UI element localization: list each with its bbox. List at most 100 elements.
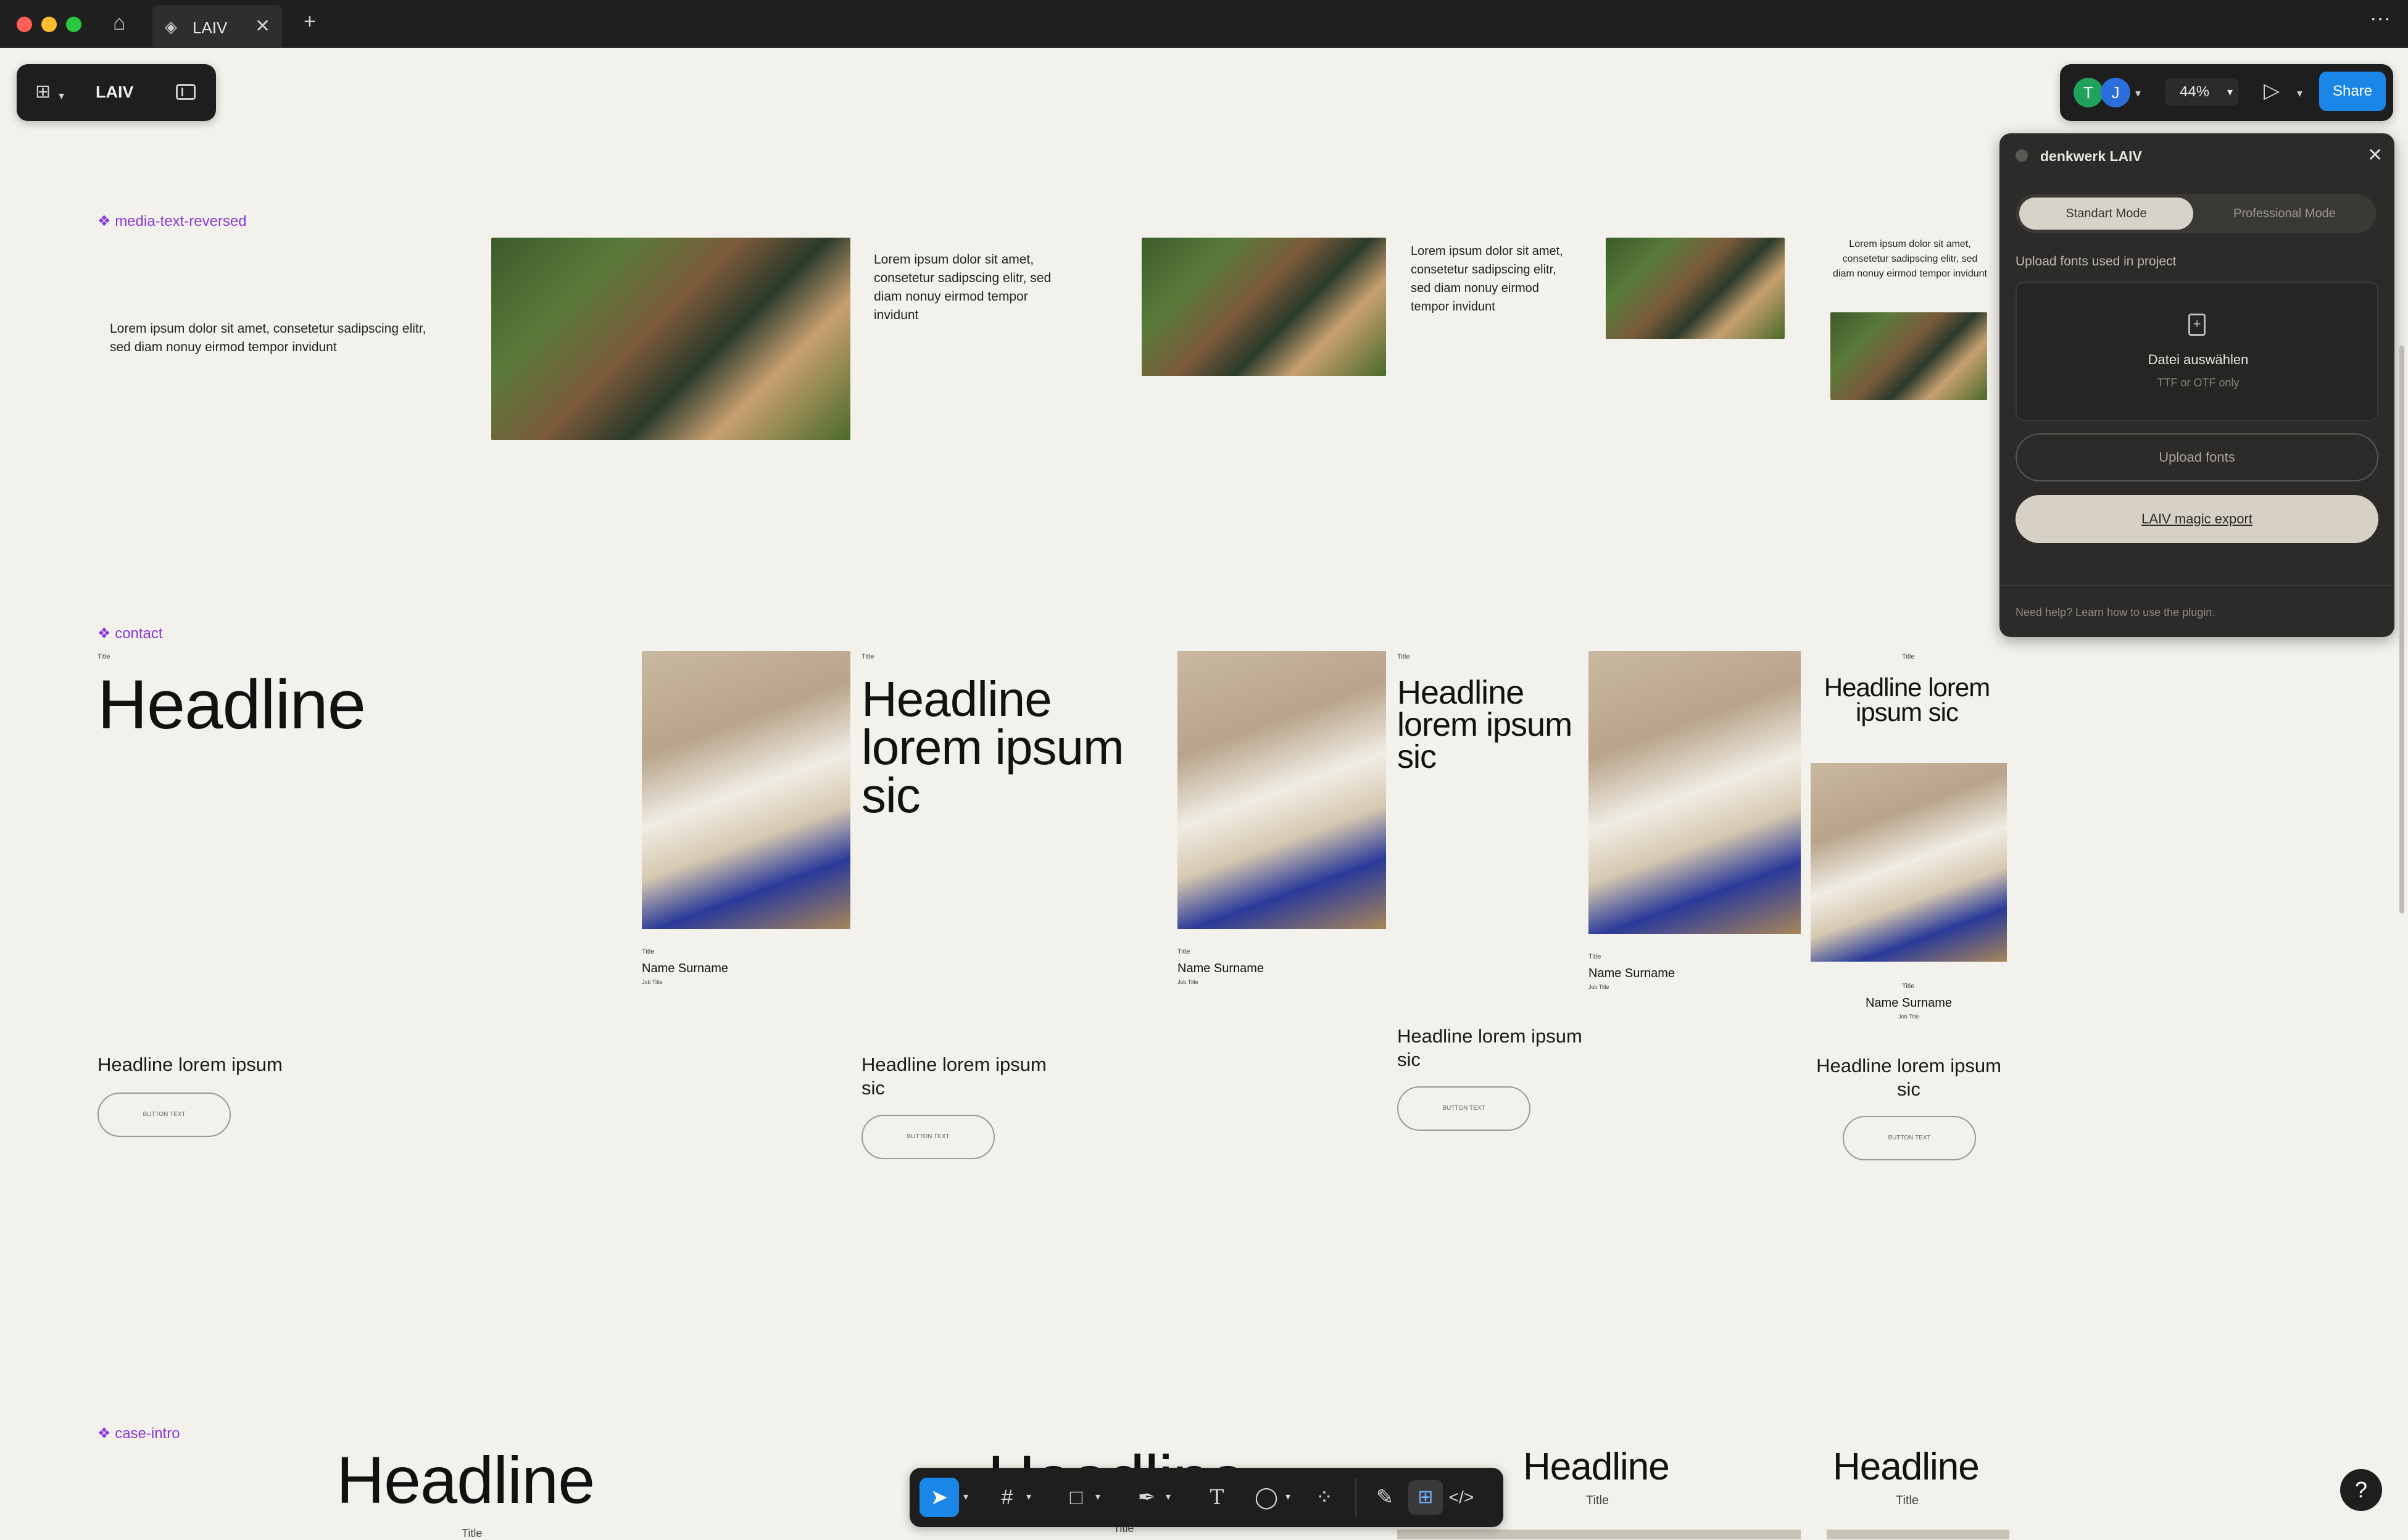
avatar[interactable]: J bbox=[2101, 78, 2130, 107]
eyebrow-title: Title bbox=[1902, 653, 1915, 660]
chevron-down-icon: ▾ bbox=[2227, 86, 2233, 98]
tab-professional-mode[interactable]: Professional Mode bbox=[2197, 198, 2372, 230]
portrait-photo bbox=[1177, 651, 1386, 929]
file-dropzone[interactable]: + Datei auswählen TTF or OTF only bbox=[2016, 281, 2378, 421]
case-image-strip bbox=[1827, 1530, 2009, 1539]
section-label-contact[interactable]: ❖ contact bbox=[98, 625, 163, 643]
close-tab-icon[interactable]: ✕ bbox=[255, 16, 270, 37]
garden-photo bbox=[491, 238, 850, 440]
play-icon[interactable]: ▷ bbox=[2264, 80, 2280, 101]
avatar[interactable]: T bbox=[2074, 78, 2103, 107]
media-body-text: Lorem ipsum dolor sit amet, consetetur s… bbox=[1833, 239, 1987, 279]
case-headline: Headline bbox=[1833, 1446, 1980, 1488]
close-window-button[interactable] bbox=[17, 17, 32, 32]
contact-name: Name Surname bbox=[1588, 967, 1675, 980]
contact-headline: Headline bbox=[98, 666, 366, 743]
frame-icon[interactable]: # bbox=[992, 1483, 1022, 1512]
figma-menu-icon[interactable]: ⊞ bbox=[35, 81, 51, 102]
chevron-down-icon[interactable]: ▾ bbox=[59, 85, 64, 106]
tab-laiv[interactable]: ◈ LAIV ✕ bbox=[152, 5, 282, 48]
portrait-photo bbox=[642, 651, 850, 929]
tab-label: LAIV bbox=[193, 19, 228, 37]
vertical-scrollbar[interactable] bbox=[2399, 346, 2404, 914]
media-body-text: Lorem ipsum dolor sit amet, consetetur s… bbox=[1411, 244, 1563, 314]
file-toolbar: ⊞ ▾ LAIV bbox=[17, 64, 216, 121]
new-tab-icon[interactable]: + bbox=[304, 11, 316, 32]
garden-photo bbox=[1830, 312, 1987, 400]
more-options-icon[interactable]: ⋯ bbox=[2370, 9, 2391, 30]
job-title: Job Title bbox=[1588, 984, 1609, 990]
chevron-down-icon[interactable]: ▾ bbox=[1022, 1483, 1036, 1512]
garden-photo bbox=[1142, 238, 1386, 376]
share-button[interactable]: Share bbox=[2319, 72, 2386, 111]
cta-button[interactable]: BUTTON TEXT bbox=[861, 1115, 995, 1159]
eyebrow-title: Title bbox=[1896, 1494, 1919, 1507]
eyebrow-title: Title bbox=[1586, 1494, 1609, 1507]
tab-standard-mode[interactable]: Standart Mode bbox=[2019, 198, 2193, 230]
case-headline: Headline bbox=[1523, 1446, 1670, 1488]
file-name[interactable]: LAIV bbox=[96, 83, 134, 102]
chevron-down-icon[interactable]: ▾ bbox=[2297, 83, 2302, 104]
figma-file-icon: ◈ bbox=[165, 17, 177, 36]
chevron-down-icon[interactable]: ▾ bbox=[2135, 83, 2141, 104]
contact-name: Name Surname bbox=[642, 962, 729, 975]
case-headline: Headline bbox=[336, 1442, 595, 1517]
maximize-window-button[interactable] bbox=[66, 17, 81, 32]
cta-button[interactable]: BUTTON TEXT bbox=[1843, 1116, 1976, 1160]
question-icon: ? bbox=[2354, 1477, 2368, 1502]
case-image-strip bbox=[1397, 1530, 1801, 1539]
eyebrow-title: Title bbox=[1397, 653, 1410, 660]
comment-icon[interactable]: ◯ bbox=[1252, 1483, 1281, 1512]
text-icon[interactable]: T bbox=[1202, 1483, 1232, 1512]
zoom-level: 44% bbox=[2180, 83, 2210, 100]
contact-headline: Headline lorem ipsum sic bbox=[1397, 674, 1572, 775]
move-tool[interactable]: ➤ bbox=[920, 1478, 959, 1517]
dev-mode-icon[interactable]: </> bbox=[1447, 1483, 1476, 1512]
minimize-window-button[interactable] bbox=[41, 17, 57, 32]
draw-mode-icon[interactable]: ✎ bbox=[1370, 1483, 1400, 1512]
chevron-down-icon[interactable]: ▾ bbox=[959, 1483, 973, 1512]
plugin-title: denkwerk LAIV bbox=[2040, 148, 2142, 164]
help-link[interactable]: Need help? Learn how to use the plugin. bbox=[2016, 606, 2215, 619]
chevron-down-icon[interactable]: ▾ bbox=[1091, 1483, 1105, 1512]
sub-headline: Headline lorem ipsum bbox=[98, 1054, 283, 1075]
magic-export-button[interactable]: LAIV magic export bbox=[2016, 495, 2378, 543]
upload-fonts-button[interactable]: Upload fonts bbox=[2016, 433, 2378, 481]
components-icon[interactable]: ⁘ bbox=[1310, 1483, 1339, 1512]
file-upload-icon: + bbox=[2188, 314, 2206, 336]
toolbar-divider bbox=[1355, 1478, 1356, 1517]
chevron-down-icon[interactable]: ▾ bbox=[1281, 1483, 1295, 1512]
media-body-text: Lorem ipsum dolor sit amet, consetetur s… bbox=[874, 252, 1052, 322]
cta-button[interactable]: BUTTON TEXT bbox=[1397, 1086, 1530, 1131]
sidebar-toggle-icon[interactable] bbox=[176, 84, 196, 100]
pen-icon[interactable]: ✒ bbox=[1132, 1483, 1161, 1512]
garden-photo bbox=[1606, 238, 1785, 339]
zoom-dropdown[interactable]: 44% ▾ bbox=[2165, 78, 2239, 106]
cursor-icon: ➤ bbox=[930, 1486, 949, 1509]
eyebrow-title: Title bbox=[642, 948, 655, 955]
rectangle-icon[interactable]: □ bbox=[1061, 1483, 1091, 1512]
help-button[interactable]: ? bbox=[2340, 1469, 2382, 1511]
portrait-photo bbox=[1588, 651, 1801, 934]
design-mode-button[interactable]: ⊞ bbox=[1408, 1480, 1443, 1515]
plugin-panel: denkwerk LAIV ✕ Standart Mode Profession… bbox=[1999, 133, 2394, 637]
job-title: Job Title bbox=[1177, 979, 1198, 985]
contact-name: Name Surname bbox=[1177, 962, 1264, 975]
media-body-text: Lorem ipsum dolor sit amet, consetetur s… bbox=[110, 322, 426, 354]
sub-headline: Headline lorem ipsum sic bbox=[861, 1054, 1047, 1099]
file-type-hint: TTF or OTF only bbox=[2157, 377, 2240, 389]
chevron-down-icon[interactable]: ▾ bbox=[1161, 1483, 1175, 1512]
cta-button[interactable]: BUTTON TEXT bbox=[98, 1093, 231, 1137]
panel-divider bbox=[1999, 585, 2394, 586]
close-icon[interactable]: ✕ bbox=[2367, 144, 2383, 166]
bottom-tool-bar: ➤ ▾ # ▾ □ ▾ ✒ ▾ T ◯ ▾ ⁘ ✎ ⊞ </> bbox=[910, 1468, 1503, 1527]
job-title: Job Title bbox=[1898, 1013, 1919, 1020]
portrait-photo bbox=[1811, 763, 2007, 962]
eyebrow-title: Title bbox=[1177, 948, 1190, 955]
mode-switch: Standart Mode Professional Mode bbox=[2016, 194, 2376, 233]
section-label-case-intro[interactable]: ❖ case-intro bbox=[98, 1425, 180, 1442]
home-icon[interactable]: ⌂ bbox=[113, 12, 126, 33]
job-title: Job Title bbox=[642, 979, 663, 985]
eyebrow-title: Title bbox=[462, 1527, 483, 1539]
section-label-media-text-reversed[interactable]: ❖ media-text-reversed bbox=[98, 212, 247, 230]
